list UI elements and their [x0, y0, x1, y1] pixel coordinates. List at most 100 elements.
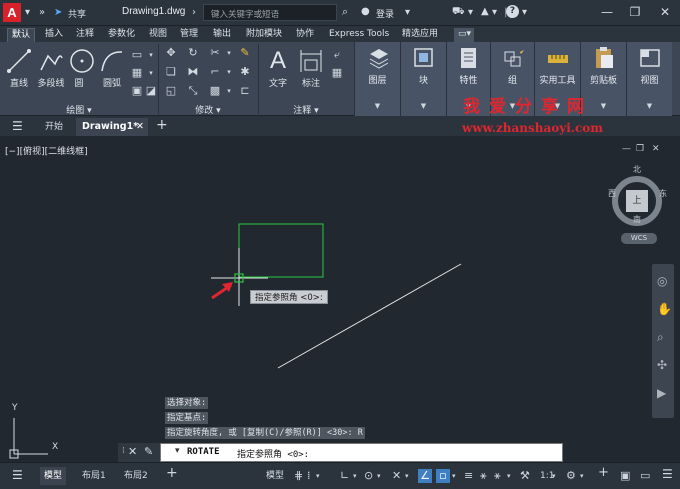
tab-express-tools[interactable]: Express Tools	[325, 28, 393, 42]
grip-icon[interactable]: ⁞	[122, 446, 125, 456]
recent-commands-icon[interactable]: ▾	[175, 446, 180, 456]
showmotion-icon[interactable]: ▶	[657, 386, 666, 400]
clean-screen-icon[interactable]: ▭	[640, 469, 650, 483]
tab-start[interactable]: 开始	[40, 119, 68, 136]
viewport-minimize-icon[interactable]: —	[622, 144, 631, 154]
line-button[interactable]: 直线	[5, 48, 33, 89]
leader-icon[interactable]: ⤶	[330, 48, 344, 62]
modify-panel-label[interactable]: 修改 ▾	[158, 103, 258, 116]
navcube-south[interactable]: 南	[633, 214, 641, 225]
snap-icon[interactable]: ⁞	[307, 469, 311, 483]
isodraft-icon[interactable]: ✕	[392, 469, 401, 483]
scale-icon[interactable]: ⤡	[186, 84, 200, 98]
green-rectangle[interactable]	[238, 223, 324, 278]
share-label[interactable]: 共享	[68, 7, 86, 20]
trim-icon[interactable]: ✂	[208, 46, 222, 60]
forward-icon[interactable]: »	[39, 6, 45, 20]
chevron-down-icon[interactable]: ▾	[377, 469, 381, 483]
menu-icon[interactable]: ☰	[12, 468, 23, 482]
tab-view[interactable]: 视图	[145, 28, 171, 42]
rectangle-icon[interactable]: ▭	[130, 48, 144, 62]
zoom-icon[interactable]: ⌕	[657, 330, 664, 345]
login-button[interactable]: 登录	[376, 7, 394, 20]
chevron-down-icon[interactable]: ▾	[452, 469, 456, 483]
table-icon[interactable]: ▦	[330, 66, 344, 80]
region-icon[interactable]: ◪	[144, 84, 158, 98]
view-panel[interactable]: 视图 ▼	[626, 42, 672, 116]
chevron-down-icon[interactable]: ▾	[144, 48, 158, 62]
tab-annotate[interactable]: 注释	[72, 28, 98, 42]
chevron-down-icon[interactable]: ▾	[222, 46, 236, 60]
tab-parametric[interactable]: 参数化	[104, 28, 139, 42]
app-logo[interactable]: A	[3, 3, 21, 22]
chevron-down-icon[interactable]: ▾	[144, 66, 158, 80]
close-icon[interactable]: ✕	[136, 118, 144, 135]
search-input[interactable]: 键入关键字或短语	[203, 4, 337, 21]
object-snap-tracking-icon[interactable]: ∠	[418, 469, 432, 483]
hardware-acceleration-icon[interactable]: ▣	[620, 469, 630, 483]
command-line[interactable]: ▾ ROTATE 指定参照角 <0>:	[160, 443, 563, 462]
chevron-right-icon[interactable]: ›	[192, 6, 196, 20]
tab-manage[interactable]: 管理	[176, 28, 202, 42]
chevron-down-icon[interactable]: ▾	[316, 469, 320, 483]
chevron-down-icon[interactable]: ▾	[580, 469, 584, 483]
viewport-restore-icon[interactable]: ❐	[636, 144, 644, 154]
close-icon[interactable]: ✕	[128, 445, 137, 458]
menu-icon[interactable]: ☰	[12, 119, 23, 133]
minimize-button[interactable]: —	[594, 3, 620, 21]
object-snap-icon[interactable]: ▫	[436, 469, 450, 483]
tab-layout1[interactable]: 布局1	[78, 467, 110, 485]
tab-model[interactable]: 模型	[40, 467, 67, 485]
chevron-down-icon[interactable]: ▾	[552, 469, 556, 483]
block-panel[interactable]: 块 ▼	[400, 42, 446, 116]
tab-addins[interactable]: 附加模块	[242, 28, 286, 42]
navcube-north[interactable]: 北	[633, 164, 641, 175]
tab-output[interactable]: 输出	[209, 28, 235, 42]
annotation-visibility-icon[interactable]: ⚹	[480, 469, 487, 483]
customize-menu-icon[interactable]: ☰	[662, 467, 673, 481]
grid-icon[interactable]: ⋕	[294, 469, 303, 483]
tab-insert[interactable]: 插入	[41, 28, 67, 42]
cart-icon[interactable]: ⛟	[452, 5, 465, 19]
layers-panel[interactable]: 图层 ▼	[354, 42, 400, 116]
search-icon[interactable]: ⌕	[342, 5, 348, 19]
chevron-down-icon[interactable]: ▾	[25, 6, 30, 20]
maximize-button[interactable]: ❐	[622, 3, 648, 21]
hatch-icon[interactable]: ▦	[130, 66, 144, 80]
viewport-close-icon[interactable]: ✕	[652, 144, 660, 154]
autodesk-a360-icon[interactable]: ▲	[481, 5, 489, 19]
annotation-panel-label[interactable]: 注释 ▾	[258, 103, 354, 116]
offset-icon[interactable]: ⊏	[238, 84, 252, 98]
model-space-button[interactable]: 模型	[262, 467, 288, 485]
add-layout-icon[interactable]: +	[166, 466, 178, 480]
add-icon[interactable]: +	[598, 466, 609, 480]
explode-icon[interactable]: ✱	[238, 65, 252, 79]
tab-drawing1[interactable]: Drawing1* ✕	[76, 118, 148, 136]
chevron-down-icon[interactable]: ▾	[468, 6, 473, 20]
workspace-icon[interactable]: ⚒	[520, 469, 530, 483]
ortho-icon[interactable]: ∟	[340, 469, 349, 483]
navcube-top-face[interactable]: 上	[626, 190, 648, 212]
pan-icon[interactable]: ✋	[657, 302, 672, 316]
chevron-down-icon[interactable]: ▾	[222, 84, 236, 98]
erase-icon[interactable]: ✎	[238, 46, 252, 60]
new-tab-icon[interactable]: +	[156, 117, 168, 133]
help-icon[interactable]: ?	[506, 5, 519, 18]
chevron-down-icon[interactable]: ▾	[492, 6, 497, 20]
text-button[interactable]: A 文字	[264, 48, 292, 90]
fillet-icon[interactable]: ⌐	[208, 65, 222, 79]
navcube-east[interactable]: 东	[659, 188, 667, 199]
polyline-button[interactable]: 多段线	[35, 48, 67, 89]
lineweight-icon[interactable]: ≡	[464, 469, 473, 483]
chevron-down-icon[interactable]: ▾	[507, 469, 511, 483]
rotate-icon[interactable]: ↻	[186, 46, 200, 60]
tab-home[interactable]: 默认	[7, 28, 36, 42]
draw-panel-label[interactable]: 绘图 ▾	[0, 103, 158, 116]
drawing-canvas[interactable]: [−][俯视][二维线框] Y X 指定参照角 <0>: — ❐ ✕ 上 北 南…	[0, 136, 680, 462]
arc-button[interactable]: 圆弧	[98, 48, 126, 89]
tab-collaborate[interactable]: 协作	[292, 28, 318, 42]
tab-layout2[interactable]: 布局2	[120, 467, 152, 485]
move-icon[interactable]: ✥	[164, 46, 178, 60]
wcs-menu[interactable]: WCS	[621, 233, 657, 244]
close-button[interactable]: ✕	[652, 3, 678, 21]
